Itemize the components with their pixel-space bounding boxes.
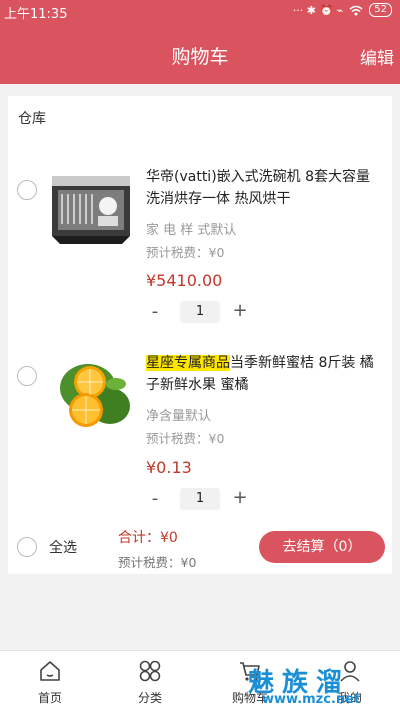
quantity-increase-button[interactable]: + [230, 487, 250, 508]
quantity-value[interactable]: 1 [180, 488, 220, 510]
status-icons: ··· ✱ ⏰ ⌁ 52 [293, 3, 392, 17]
nav-label: 首页 [37, 691, 62, 705]
select-all-label[interactable]: 全选 [49, 537, 77, 557]
page-title: 购物车 [171, 46, 229, 68]
home-icon [40, 661, 60, 681]
item-checkbox[interactable] [17, 366, 37, 386]
status-time: 上午11:35 [4, 7, 68, 22]
nav-item-home[interactable]: 首页 [0, 651, 100, 710]
product-spec: 净含量默认 [146, 409, 212, 424]
quantity-increase-button[interactable]: + [230, 300, 250, 321]
product-image-dishwasher [52, 176, 130, 244]
product-price: ¥5410.00 [146, 271, 223, 290]
wifi-icon [349, 5, 363, 15]
promo-tag: 星座专属商品 [146, 355, 230, 371]
product-image-oranges [60, 364, 130, 427]
checkout-button[interactable]: 去结算（0） [259, 531, 385, 563]
nav-item-category[interactable]: 分类 [100, 651, 200, 710]
status-bar: 上午11:35 ··· ✱ ⏰ ⌁ 52 [0, 0, 400, 22]
category-icon [139, 660, 161, 682]
quantity-decrease-button[interactable]: - [145, 301, 165, 322]
watermark-url: www.mzc.net [262, 692, 361, 707]
warehouse-label: 仓库 [18, 111, 46, 127]
quantity-decrease-button[interactable]: - [145, 488, 165, 509]
product-title[interactable]: 星座专属商品当季新鲜蜜桔 8斤装 橘子新鲜水果 蜜橘 [146, 352, 386, 396]
top-bar: 上午11:35 ··· ✱ ⏰ ⌁ 52 购物车 编辑 [0, 0, 400, 84]
product-tax: 预计税费：¥0 [146, 431, 225, 446]
product-spec: 家 电 样 式默认 [146, 223, 237, 238]
product-price: ¥0.13 [146, 458, 192, 477]
nav-label: 分类 [137, 691, 162, 705]
product-title[interactable]: 华帝(vatti)嵌入式洗碗机 8套大容量 洗消烘存一体 热风烘干 [146, 166, 386, 210]
battery-icon: 52 [369, 3, 392, 17]
cart-card: 仓库 华帝(vatti)嵌入式洗碗机 8套大容量 洗消烘存一体 热风烘干 家 电… [8, 96, 392, 574]
product-tax: 预计税费：¥0 [146, 245, 225, 260]
total-amount: 合计：¥0 [118, 530, 178, 546]
edit-button[interactable]: 编辑 [360, 44, 394, 69]
quantity-value[interactable]: 1 [180, 301, 220, 323]
item-checkbox[interactable] [17, 180, 37, 200]
status-indicator-icons: ··· ✱ ⏰ ⌁ [292, 3, 344, 17]
select-all-checkbox[interactable] [17, 537, 37, 557]
total-tax: 预计税费：¥0 [118, 555, 197, 570]
